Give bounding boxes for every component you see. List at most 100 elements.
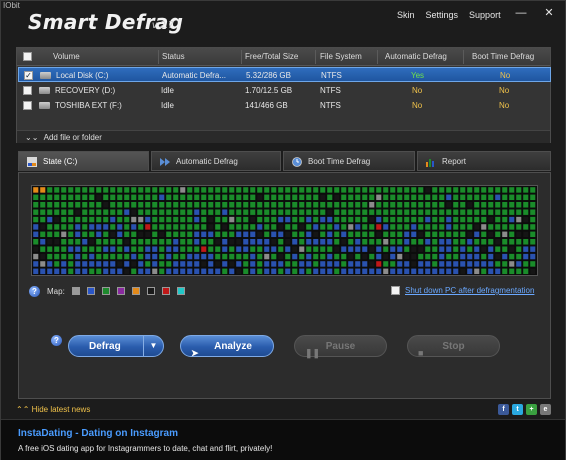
tab-report-label: Report xyxy=(442,157,467,166)
legend-swatch xyxy=(131,287,140,295)
play-arrow-icon: ➤ xyxy=(191,348,199,358)
stop-button[interactable]: ■ Stop xyxy=(407,335,500,358)
tab-boot-time-defrag[interactable]: Boot Time Defrag xyxy=(283,151,415,171)
drive-icon xyxy=(39,102,50,109)
help-icon[interactable]: ? xyxy=(51,335,62,346)
add-file-label: Add file or folder xyxy=(43,133,102,142)
col-volume[interactable]: Volume xyxy=(53,48,80,66)
settings-link[interactable]: Settings xyxy=(426,10,459,20)
volume-name: Local Disk (C:) xyxy=(56,71,109,80)
shutdown-checkbox[interactable] xyxy=(391,286,400,295)
iobit-brand: IObit xyxy=(3,1,20,10)
volume-size: 141/466 GB xyxy=(245,101,288,110)
stop-icon: ■ xyxy=(418,348,424,358)
social-links: f t + e xyxy=(498,404,551,415)
legend-swatch xyxy=(161,287,170,295)
legend-swatch xyxy=(116,287,125,295)
double-chevron-down-icon: ⌄⌄ xyxy=(25,133,39,142)
shutdown-label[interactable]: Shut down PC after defragmentation xyxy=(405,286,534,295)
drive-icon xyxy=(40,72,51,79)
facebook-icon[interactable]: f xyxy=(498,404,509,415)
hide-news-link[interactable]: ⌃⌃ Hide latest news xyxy=(16,405,90,414)
skin-link[interactable]: Skin xyxy=(397,10,415,20)
chevron-down-icon: ▼ xyxy=(149,341,158,350)
volume-fs: NTFS xyxy=(320,101,341,110)
col-boot-defrag[interactable]: Boot Time Defrag xyxy=(472,48,534,66)
cluster-map-svg xyxy=(32,186,536,275)
volume-size: 5.32/286 GB xyxy=(246,71,291,80)
tab-automatic-defrag-label: Automatic Defrag xyxy=(176,157,238,166)
volume-status: Automatic Defra... xyxy=(162,71,227,80)
minimize-button[interactable]: — xyxy=(514,7,528,20)
footer-bar: ⌃⌃ Hide latest news f t + e xyxy=(16,403,551,417)
defrag-button[interactable]: Defrag ▼ xyxy=(68,335,164,357)
legend-swatch xyxy=(86,287,95,295)
help-icon[interactable]: ? xyxy=(29,285,40,297)
tab-report[interactable]: Report xyxy=(417,151,551,171)
volume-fs: NTFS xyxy=(321,71,342,80)
volume-row[interactable]: RECOVERY (D:) Idle 1.70/12.5 GB NTFS No … xyxy=(18,83,551,98)
defrag-dropdown-button[interactable]: ▼ xyxy=(143,336,163,356)
google-plus-icon[interactable]: + xyxy=(526,404,537,415)
double-chevron-up-icon: ⌃⌃ xyxy=(16,405,30,414)
volume-status: Idle xyxy=(161,101,174,110)
news-panel: InstaDating - Dating on Instagram A free… xyxy=(1,419,565,460)
news-title[interactable]: InstaDating - Dating on Instagram xyxy=(18,428,178,439)
drive-state-icon xyxy=(27,157,37,167)
disk-cluster-map xyxy=(31,185,538,276)
volume-status: Idle xyxy=(161,86,174,95)
top-nav: Skin Settings Support xyxy=(397,10,501,20)
volume-boot-defrag: No xyxy=(500,71,511,80)
volume-name: TOSHIBA EXT (F:) xyxy=(55,101,122,110)
close-button[interactable]: ✕ xyxy=(542,7,556,20)
col-auto-defrag[interactable]: Automatic Defrag xyxy=(385,48,447,66)
volume-boot-defrag: No xyxy=(499,86,510,95)
fast-forward-icon xyxy=(160,158,170,166)
tab-state-label: State (C:) xyxy=(43,157,78,166)
legend-swatch xyxy=(101,287,110,295)
col-size[interactable]: Free/Total Size xyxy=(245,48,298,66)
volume-name: RECOVERY (D:) xyxy=(55,86,116,95)
volume-size: 1.70/12.5 GB xyxy=(245,86,293,95)
volume-checkbox[interactable] xyxy=(23,101,32,110)
tab-bar: State (C:) Automatic Defrag Boot Time De… xyxy=(18,151,551,172)
support-link[interactable]: Support xyxy=(469,10,501,20)
analyze-button[interactable]: ➤ Analyze xyxy=(180,335,274,358)
twitter-icon[interactable]: t xyxy=(512,404,523,415)
volume-row[interactable]: ✓ Local Disk (C:) Automatic Defra... 5.3… xyxy=(18,67,551,82)
app-version: v 2.7 xyxy=(152,20,174,31)
volume-boot-defrag: No xyxy=(499,101,510,110)
volume-table: Volume Status Free/Total Size File Syste… xyxy=(16,47,551,143)
pause-label: Pause xyxy=(325,341,356,352)
volume-auto-defrag: No xyxy=(412,101,423,110)
volume-checkbox[interactable] xyxy=(23,86,32,95)
state-panel: ? Map: Shut down PC after defragmentatio… xyxy=(18,172,551,399)
volume-checkbox[interactable]: ✓ xyxy=(24,71,33,80)
legend-swatch xyxy=(176,287,185,295)
news-description: A free iOS dating app for Instagrammers … xyxy=(18,444,273,453)
bar-chart-icon xyxy=(426,159,434,167)
email-icon[interactable]: e xyxy=(540,404,551,415)
volume-fs: NTFS xyxy=(320,86,341,95)
legend-swatch xyxy=(71,287,80,295)
defrag-label: Defrag xyxy=(89,341,121,352)
pause-button[interactable]: ❚❚ Pause xyxy=(294,335,387,358)
map-legend: ? Map: xyxy=(29,284,185,298)
hide-news-label: Hide latest news xyxy=(31,405,91,414)
tab-state[interactable]: State (C:) xyxy=(18,151,149,171)
analyze-label: Analyze xyxy=(214,341,252,352)
volume-auto-defrag: No xyxy=(412,86,423,95)
pause-icon: ❚❚ xyxy=(305,348,321,358)
legend-swatch xyxy=(146,287,155,295)
volume-auto-defrag: Yes xyxy=(411,71,425,80)
col-filesystem[interactable]: File System xyxy=(320,48,362,66)
tab-automatic-defrag[interactable]: Automatic Defrag xyxy=(151,151,281,171)
select-all-checkbox[interactable] xyxy=(23,52,32,61)
add-file-button[interactable]: ⌄⌄ Add file or folder xyxy=(17,130,550,143)
shutdown-option[interactable]: Shut down PC after defragmentation xyxy=(391,286,534,295)
clock-icon xyxy=(292,157,302,167)
volume-row[interactable]: TOSHIBA EXT (F:) Idle 141/466 GB NTFS No… xyxy=(18,98,551,113)
tab-boot-time-defrag-label: Boot Time Defrag xyxy=(308,157,371,166)
volume-table-header: Volume Status Free/Total Size File Syste… xyxy=(17,48,550,66)
col-status[interactable]: Status xyxy=(162,48,185,66)
